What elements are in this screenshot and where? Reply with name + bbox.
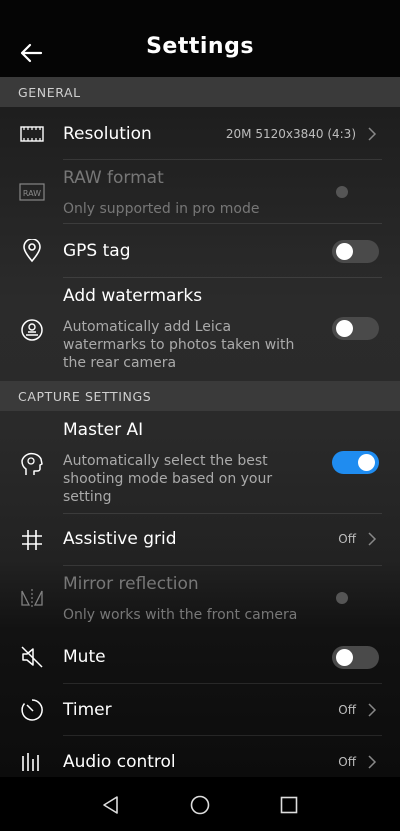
setting-label: Mirror reflection <box>63 574 199 594</box>
speaker-mute-icon <box>18 643 46 671</box>
section-header-capture-settings: CAPTURE SETTINGS <box>0 381 400 411</box>
setting-label: Audio control <box>63 752 176 772</box>
gps-tag-toggle[interactable] <box>332 240 379 263</box>
setting-label: Master AI <box>63 420 144 440</box>
nav-home-icon[interactable] <box>189 794 211 816</box>
mirror-icon <box>18 584 46 612</box>
settings-screen: Settings GENERAL Resolution 20M 5120x384… <box>0 0 400 831</box>
nav-recents-icon[interactable] <box>278 794 300 816</box>
resolution-icon <box>18 120 46 148</box>
setting-add-watermarks[interactable]: Add watermarks Automatically add Leica w… <box>0 278 400 380</box>
setting-label: Assistive grid <box>63 529 177 549</box>
master-ai-toggle[interactable] <box>332 451 379 474</box>
chevron-right-icon <box>368 532 377 546</box>
setting-label: RAW format <box>63 168 164 188</box>
audio-control-icon <box>18 748 46 776</box>
location-pin-icon <box>18 237 46 265</box>
setting-description: Only works with the front camera <box>63 607 298 623</box>
setting-assistive-grid[interactable]: Assistive grid Off <box>0 514 400 566</box>
setting-timer[interactable]: Timer Off <box>0 684 400 736</box>
setting-label: Timer <box>63 700 112 720</box>
setting-value: Off <box>338 532 356 546</box>
svg-text:RAW: RAW <box>23 189 41 198</box>
setting-master-ai[interactable]: Master AI Automatically select the best … <box>0 412 400 514</box>
mute-toggle[interactable] <box>332 646 379 669</box>
grid-icon <box>18 526 46 554</box>
section-header-general: GENERAL <box>0 77 400 107</box>
setting-gps-tag[interactable]: GPS tag <box>0 224 400 278</box>
timer-icon <box>18 696 46 724</box>
setting-value: Off <box>338 703 356 717</box>
raw-icon: RAW <box>18 178 46 206</box>
setting-mute[interactable]: Mute <box>0 630 400 684</box>
setting-mirror-reflection: Mirror reflection Only works with the fr… <box>0 566 400 630</box>
setting-description: Automatically select the best shooting m… <box>63 453 273 505</box>
setting-description: Automatically add Leica watermarks to ph… <box>63 319 295 371</box>
setting-description: Only supported in pro mode <box>63 201 260 217</box>
watermark-icon <box>18 316 46 344</box>
system-navigation-bar <box>0 777 400 831</box>
header: Settings <box>0 0 400 78</box>
chevron-right-icon <box>368 127 377 141</box>
nav-back-icon[interactable] <box>100 794 122 816</box>
page-title: Settings <box>146 34 254 59</box>
chevron-right-icon <box>368 703 377 717</box>
setting-resolution[interactable]: Resolution 20M 5120x3840 (4:3) <box>0 108 400 160</box>
setting-raw-format: RAW RAW format Only supported in pro mod… <box>0 160 400 224</box>
setting-value: 20M 5120x3840 (4:3) <box>225 127 356 141</box>
ai-head-icon <box>18 450 46 478</box>
raw-format-toggle <box>332 181 379 204</box>
setting-label: Add watermarks <box>63 286 203 306</box>
setting-value: Off <box>338 755 356 769</box>
mirror-reflection-toggle <box>332 587 379 610</box>
setting-label: Mute <box>63 647 106 667</box>
add-watermarks-toggle[interactable] <box>332 317 379 340</box>
setting-label: Resolution <box>63 124 152 144</box>
chevron-right-icon <box>368 755 377 769</box>
setting-label: GPS tag <box>63 241 131 261</box>
